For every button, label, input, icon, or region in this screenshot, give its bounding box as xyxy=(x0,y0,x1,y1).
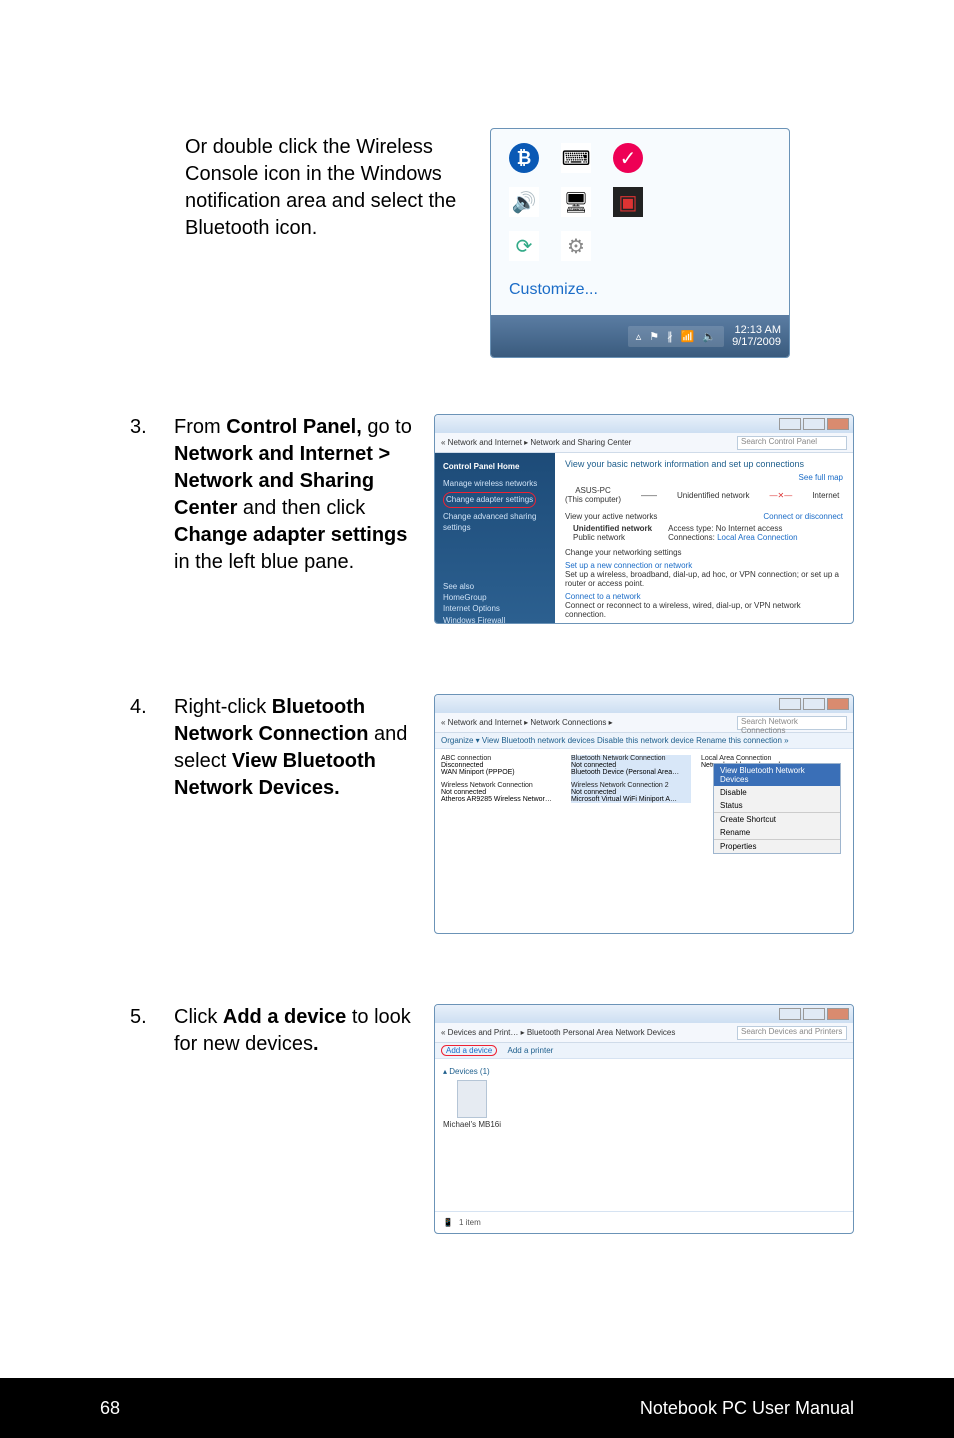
menu-rename: Rename xyxy=(714,826,840,839)
tray-bt-icon: ∦ xyxy=(667,330,673,343)
active-networks-label: View your active networks xyxy=(565,512,657,521)
maximize-icon xyxy=(803,418,825,430)
network-connections-screenshot: « Network and Internet ▸ Network Connect… xyxy=(434,694,854,934)
close-icon xyxy=(827,698,849,710)
taskbar-date: 9/17/2009 xyxy=(732,336,781,348)
notification-area-screenshot: ₿ ⌨ ✓ 🔊 🖥 ▣ ⟳ ⚙ Customize... xyxy=(490,128,790,358)
device-item: Michael's MB16i xyxy=(443,1080,501,1129)
step-number: 3. xyxy=(130,414,154,624)
maximize-icon xyxy=(803,698,825,710)
add-printer-button: Add a printer xyxy=(508,1046,554,1055)
breadcrumb: « Network and Internet ▸ Network and Sha… xyxy=(441,438,733,447)
menu-shortcut: Create Shortcut xyxy=(714,813,840,826)
control-panel-home: Control Panel Home xyxy=(443,461,547,472)
change-adapter-link: Change adapter settings xyxy=(443,492,536,507)
app-icon: ▣ xyxy=(613,187,643,217)
search-input: Search Devices and Printers xyxy=(737,1026,847,1040)
connect-disconnect-link: Connect or disconnect xyxy=(763,512,843,521)
intro-paragraph: Or double click the Wireless Console ico… xyxy=(130,128,470,358)
device-status-icon: 📱 xyxy=(443,1218,453,1227)
minimize-icon xyxy=(779,698,801,710)
step-number: 5. xyxy=(130,1004,154,1234)
firewall-link: Windows Firewall xyxy=(443,615,547,625)
page-number: 68 xyxy=(100,1398,120,1419)
tray-up-icon: ▵ xyxy=(636,330,642,343)
tray-vol-icon: 🔈 xyxy=(702,330,716,343)
step-3-text: From Control Panel, go to Network and In… xyxy=(174,414,414,624)
step-5-text: Click Add a device to look for new devic… xyxy=(174,1004,414,1234)
devices-section: ▴ Devices (1) xyxy=(443,1067,845,1076)
menu-disable: Disable xyxy=(714,786,840,799)
search-input: Search Network Connections xyxy=(737,716,847,730)
toolbar: Organize ▾ View Bluetooth network device… xyxy=(435,733,853,749)
internet-options-link: Internet Options xyxy=(443,603,547,614)
close-icon xyxy=(827,418,849,430)
connection-item: ABC connectionDisconnectedWAN Miniport (… xyxy=(441,755,561,803)
menu-view-bt-devices: View Bluetooth Network Devices xyxy=(714,764,840,786)
security-icon: ✓ xyxy=(613,143,643,173)
full-map-link: See full map xyxy=(799,473,843,482)
volume-icon: 🔊 xyxy=(509,187,539,217)
ns-heading: View your basic network information and … xyxy=(565,459,843,469)
context-menu: View Bluetooth Network Devices Disable S… xyxy=(713,763,841,854)
network-sharing-screenshot: « Network and Internet ▸ Network and Sha… xyxy=(434,414,854,624)
display-icon: 🖥 xyxy=(561,187,591,217)
close-icon xyxy=(827,1008,849,1020)
devices-screenshot: « Devices and Print… ▸ Bluetooth Persona… xyxy=(434,1004,854,1234)
step-number: 4. xyxy=(130,694,154,934)
minimize-icon xyxy=(779,418,801,430)
sync-icon: ⟳ xyxy=(509,231,539,261)
menu-status: Status xyxy=(714,799,840,812)
settings-icon: ⚙ xyxy=(561,231,591,261)
breadcrumb: « Devices and Print… ▸ Bluetooth Persona… xyxy=(441,1028,733,1037)
input-icon: ⌨ xyxy=(561,143,591,173)
homegroup-link: HomeGroup xyxy=(443,592,547,603)
see-also-label: See also xyxy=(443,581,547,592)
change-settings-label: Change your networking settings xyxy=(565,548,843,557)
bluetooth-icon: ₿ xyxy=(509,143,539,173)
device-icon xyxy=(457,1080,487,1118)
taskbar-time: 12:13 AM xyxy=(732,324,781,336)
search-input: Search Control Panel xyxy=(737,436,847,450)
breadcrumb: « Network and Internet ▸ Network Connect… xyxy=(441,718,733,727)
connection-item: Bluetooth Network ConnectionNot connecte… xyxy=(571,755,691,803)
customize-link: Customize... xyxy=(491,275,789,315)
manage-wireless-link: Manage wireless networks xyxy=(443,478,547,489)
menu-properties: Properties xyxy=(714,840,840,853)
manual-title: Notebook PC User Manual xyxy=(640,1398,854,1419)
step-4-text: Right-click Bluetooth Network Connection… xyxy=(174,694,414,934)
minimize-icon xyxy=(779,1008,801,1020)
advanced-sharing-link: Change advanced sharing settings xyxy=(443,511,547,533)
add-device-button: Add a device xyxy=(441,1045,497,1056)
maximize-icon xyxy=(803,1008,825,1020)
status-text: 1 item xyxy=(459,1218,481,1227)
tray-net-icon: 📶 xyxy=(681,330,695,343)
tray-flag-icon: ⚑ xyxy=(649,330,659,343)
page-footer: 68 Notebook PC User Manual xyxy=(0,1378,954,1438)
